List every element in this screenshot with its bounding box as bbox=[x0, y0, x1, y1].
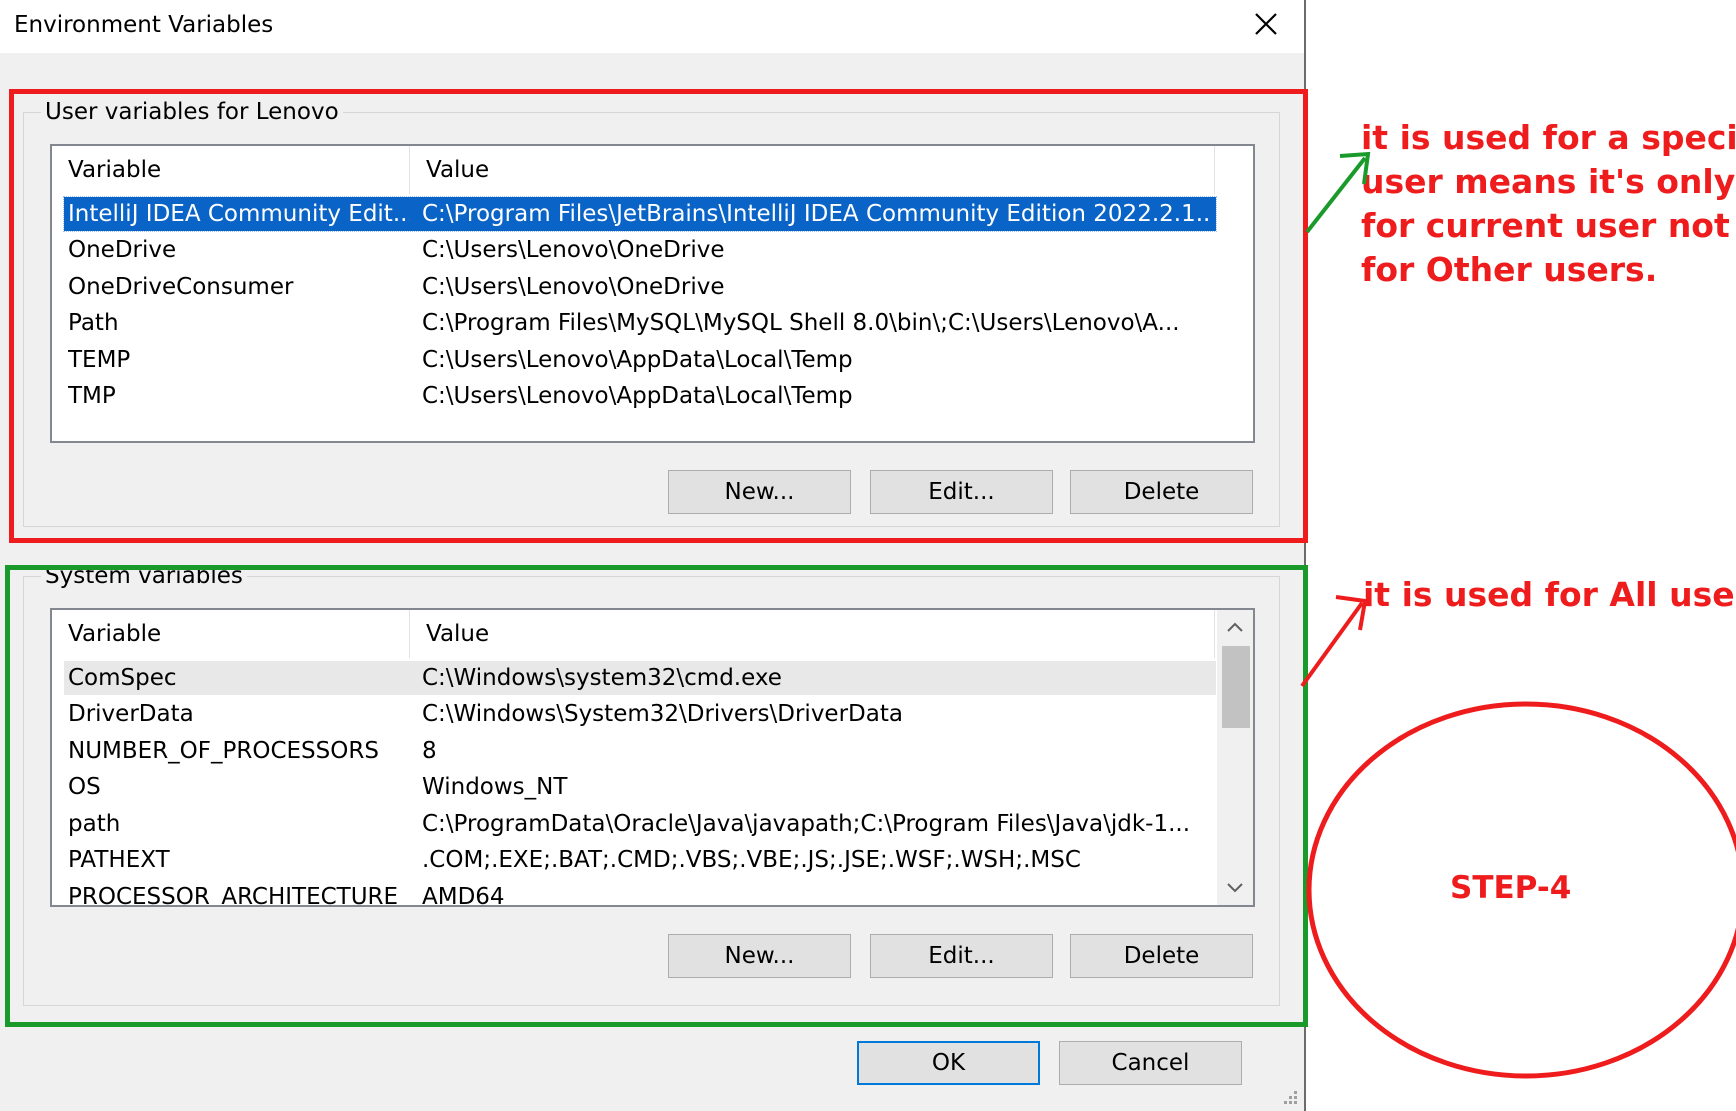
annotation-overlay bbox=[1300, 151, 1736, 1079]
red-arrow-icon bbox=[1300, 595, 1368, 688]
green-arrow-icon bbox=[1305, 151, 1371, 234]
step-circle bbox=[1306, 701, 1736, 1079]
